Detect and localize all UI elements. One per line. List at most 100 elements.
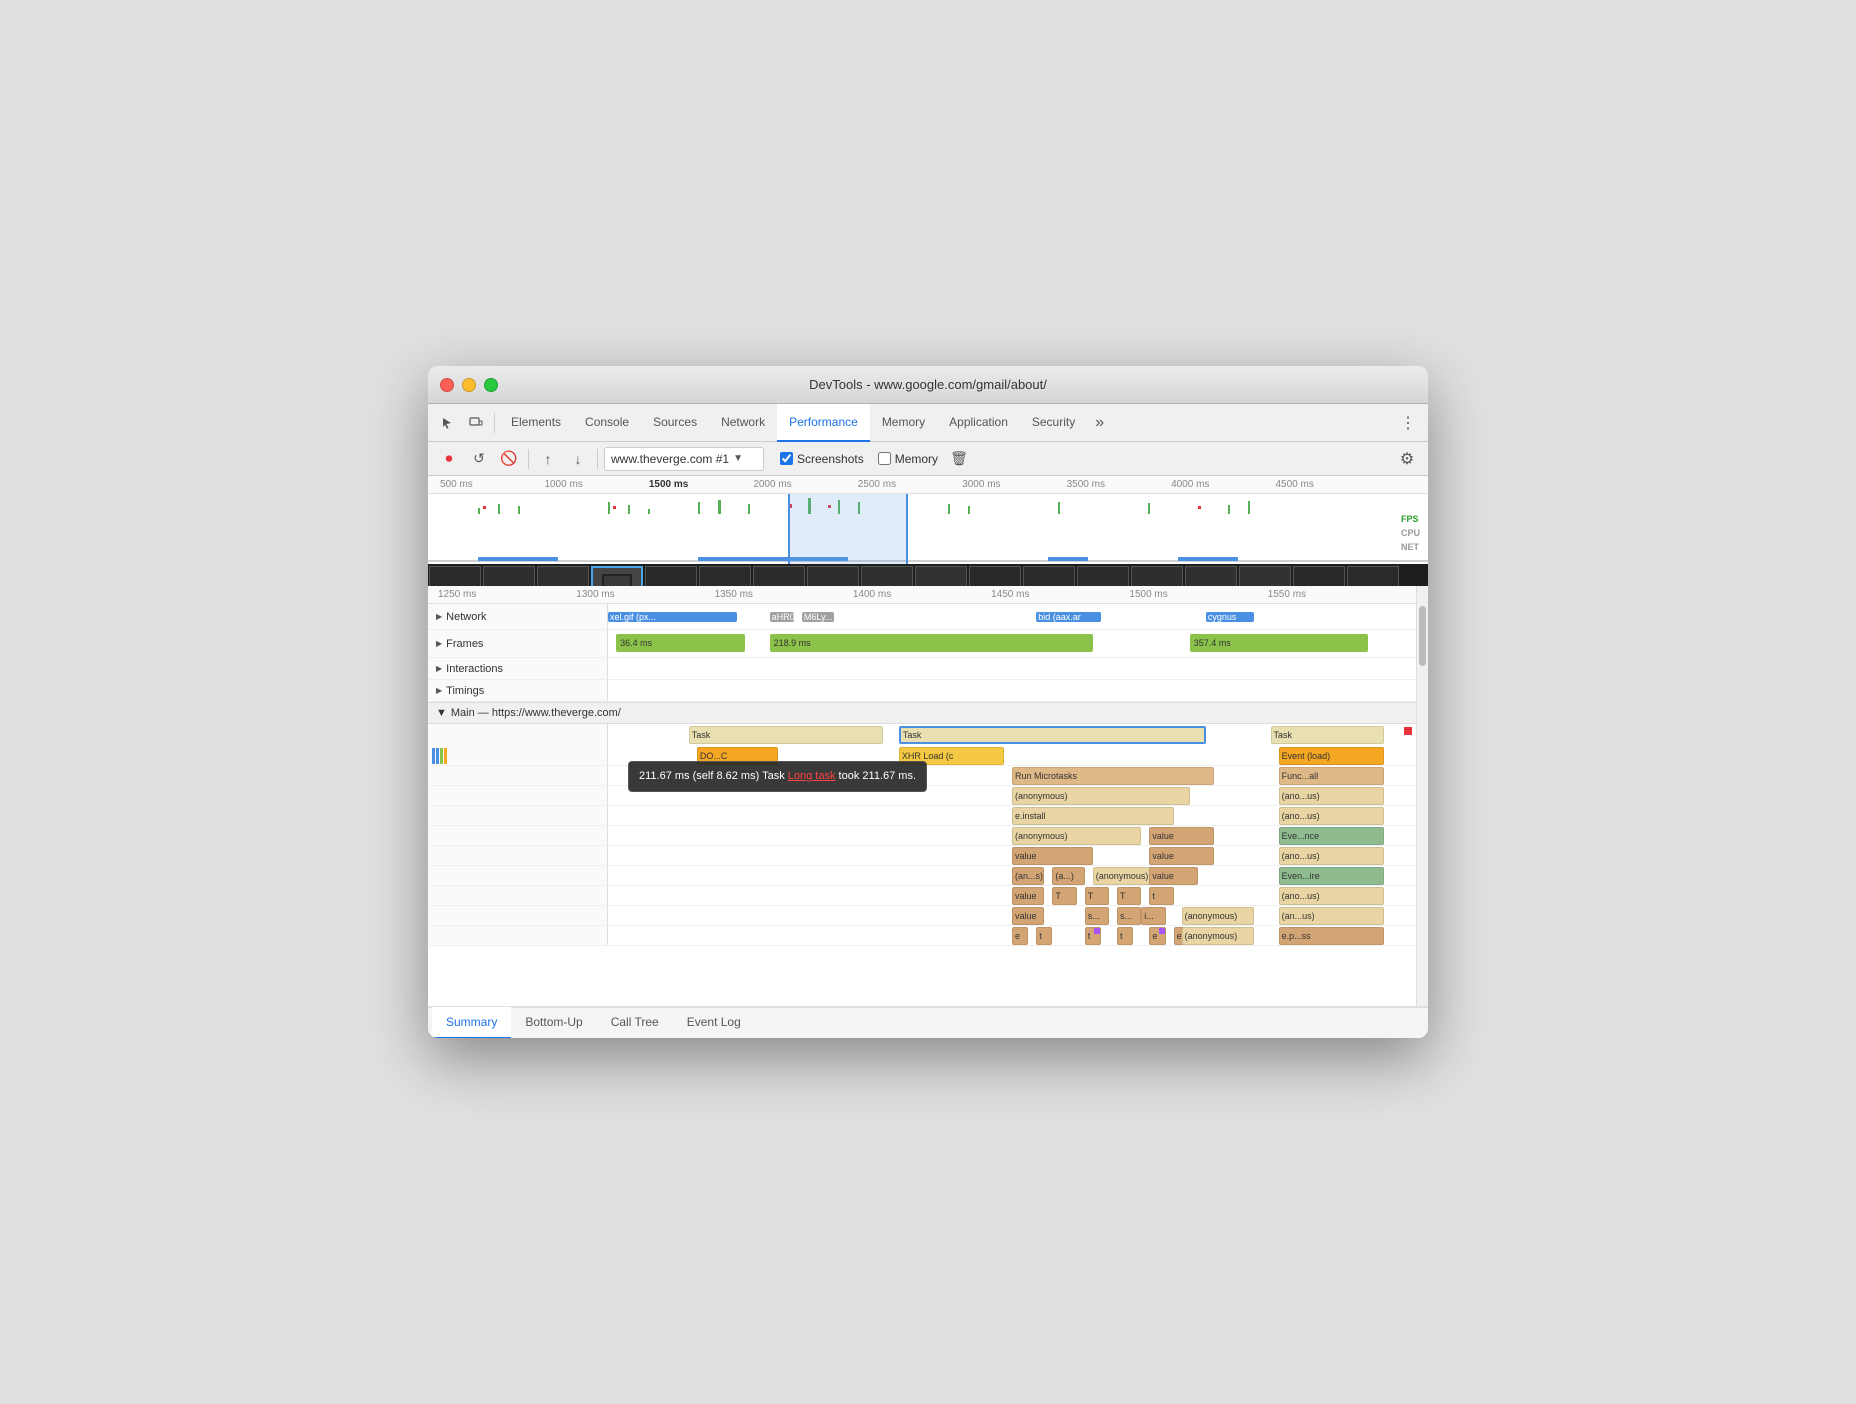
tab-memory[interactable]: Memory (870, 404, 937, 442)
flame-row-content-4[interactable]: (anonymous) value Eve...nce (608, 826, 1416, 846)
flame-block-anon-3[interactable]: (anonymous) (1012, 827, 1141, 845)
tab-elements[interactable]: Elements (499, 404, 573, 442)
reload-record-button[interactable]: ↺ (466, 446, 492, 472)
timings-expand-icon[interactable]: ▶ (436, 686, 442, 695)
frames-segment-1[interactable]: 218.9 ms (770, 634, 1093, 652)
flame-block-anon-7[interactable]: (anonymous) (1182, 907, 1255, 925)
flame-block-anon-2[interactable]: (ano...us) (1279, 807, 1384, 825)
net-segment-4[interactable]: cygnus (1206, 612, 1254, 622)
flame-block-e-0[interactable]: e (1012, 927, 1028, 945)
flame-block-anon-6[interactable]: (ano...us) (1279, 887, 1384, 905)
settings-button[interactable]: ⚙ (1394, 446, 1420, 472)
clear-button[interactable]: 🚫 (496, 446, 522, 472)
url-selector[interactable]: www.theverge.com #1 ▼ (604, 447, 764, 471)
flame-block-func-all[interactable]: Func...all (1279, 767, 1384, 785)
flame-row-content-9[interactable]: e t t t e e (anonymous) e.p...ss (608, 926, 1416, 946)
timings-row-content[interactable] (608, 680, 1416, 701)
flame-block-anus[interactable]: (an...us) (1279, 907, 1384, 925)
main-section-header[interactable]: ▼ Main — https://www.theverge.com/ (428, 702, 1416, 724)
cursor-icon[interactable] (434, 409, 462, 437)
flame-block-e-1[interactable]: e (1149, 927, 1165, 945)
tab-network[interactable]: Network (709, 404, 777, 442)
tab-summary[interactable]: Summary (432, 1007, 511, 1038)
flame-block-evenire[interactable]: Even...ire (1279, 867, 1384, 885)
network-row-label[interactable]: ▶ Network (428, 604, 608, 629)
flame-block-value-4[interactable]: value (1012, 887, 1044, 905)
task-block-2[interactable]: Task (1271, 726, 1384, 744)
interactions-row-content[interactable] (608, 658, 1416, 679)
flame-row-content-2[interactable]: (anonymous) (ano...us) (608, 786, 1416, 806)
tab-console[interactable]: Console (573, 404, 641, 442)
flame-block-a[interactable]: (a...) (1052, 867, 1084, 885)
network-row-content[interactable]: xel.gif (px... aHR0c M6Ly... bid (aax.ar (608, 604, 1416, 629)
more-tabs-button[interactable]: » (1087, 404, 1112, 442)
maximize-button[interactable] (484, 378, 498, 392)
timings-row[interactable]: ▶ Timings (428, 680, 1416, 702)
net-segment-2[interactable]: M6Ly... (802, 612, 834, 622)
tab-bottom-up[interactable]: Bottom-Up (511, 1007, 596, 1038)
flame-block-anon-0[interactable]: (anonymous) (1012, 787, 1190, 805)
tab-performance[interactable]: Performance (777, 404, 870, 442)
net-segment-0[interactable]: xel.gif (px... (608, 612, 737, 622)
task-block-0[interactable]: Task (689, 726, 883, 744)
flame-row-content-0[interactable]: DO...C XHR Load (c Event (load) (608, 746, 1416, 766)
trash-button[interactable]: 🗑 (948, 448, 970, 470)
flame-block-t-1[interactable]: t (1085, 927, 1101, 945)
frames-expand-icon[interactable]: ▶ (436, 639, 442, 648)
flame-block-t-2[interactable]: t (1117, 927, 1133, 945)
flame-block-microtasks[interactable]: Run Microtasks (1012, 767, 1214, 785)
task-block-1[interactable]: Task (899, 726, 1206, 744)
flame-block-value-3[interactable]: value (1149, 867, 1197, 885)
flame-block-anon-8[interactable]: (anonymous) (1182, 927, 1255, 945)
flame-block-anon-5[interactable]: (anonymous) (1093, 867, 1158, 885)
devtools-menu-button[interactable]: ⋮ (1394, 409, 1422, 437)
flame-block-value-1[interactable]: value (1012, 847, 1093, 865)
upload-button[interactable]: ↑ (535, 446, 561, 472)
vertical-scrollbar[interactable] (1416, 586, 1428, 1006)
flame-block-value-0[interactable]: value (1149, 827, 1214, 845)
flame-row-content-1[interactable]: Run Microtasks Func...all (608, 766, 1416, 786)
net-segment-1[interactable]: aHR0c (770, 612, 794, 622)
flame-block-anon-1[interactable]: (ano...us) (1279, 787, 1384, 805)
flame-row-content-6[interactable]: (an...s) (a...) (anonymous) value Even..… (608, 866, 1416, 886)
record-button[interactable]: ⏺ (436, 446, 462, 472)
tab-application[interactable]: Application (937, 404, 1020, 442)
net-segment-3[interactable]: bid (aax.ar (1036, 612, 1101, 622)
frames-segment-0[interactable]: 36.4 ms (616, 634, 745, 652)
flame-block-s-0[interactable]: s... (1085, 907, 1109, 925)
tab-call-tree[interactable]: Call Tree (597, 1007, 673, 1038)
flame-block-event-load[interactable]: Event (load) (1279, 747, 1384, 765)
tab-security[interactable]: Security (1020, 404, 1087, 442)
main-collapse-icon[interactable]: ▼ (436, 707, 447, 719)
flame-block-t[interactable]: t (1149, 887, 1173, 905)
download-button[interactable]: ↓ (565, 446, 591, 472)
flame-row-content-8[interactable]: value s... s... i... (anonymous) (an...u… (608, 906, 1416, 926)
interactions-row-label[interactable]: ▶ Interactions (428, 658, 608, 679)
network-row[interactable]: ▶ Network xel.gif (px... aHR0c M6Ly... (428, 604, 1416, 630)
responsive-icon[interactable] (462, 409, 490, 437)
frames-row[interactable]: ▶ Frames 36.4 ms 218.9 ms 357.4 ms (428, 630, 1416, 658)
minimize-button[interactable] (462, 378, 476, 392)
flame-block-T-0[interactable]: T (1052, 887, 1076, 905)
flame-block-ans[interactable]: (an...s) (1012, 867, 1044, 885)
flame-block-T-1[interactable]: T (1085, 887, 1109, 905)
flame-block-value-2[interactable]: value (1149, 847, 1214, 865)
tab-event-log[interactable]: Event Log (673, 1007, 755, 1038)
flame-row-content-7[interactable]: value T T T t (ano...us) (608, 886, 1416, 906)
flame-block-T-2[interactable]: T (1117, 887, 1141, 905)
timeline-overview[interactable]: 500 ms 1000 ms 1500 ms 2000 ms 2500 ms 3… (428, 476, 1428, 586)
interactions-expand-icon[interactable]: ▶ (436, 664, 442, 673)
memory-checkbox[interactable] (878, 452, 891, 465)
flame-block-s-1[interactable]: s... (1117, 907, 1141, 925)
close-button[interactable] (440, 378, 454, 392)
flame-block-i[interactable]: i... (1141, 907, 1165, 925)
flame-block-xhr[interactable]: XHR Load (c (899, 747, 1004, 765)
flame-row-content-5[interactable]: value value (ano...us) (608, 846, 1416, 866)
screenshots-checkbox[interactable] (780, 452, 793, 465)
flame-block-value-5[interactable]: value (1012, 907, 1044, 925)
network-expand-icon[interactable]: ▶ (436, 612, 442, 621)
task-row-content[interactable]: Task Task Task (608, 724, 1416, 746)
scrollbar-thumb[interactable] (1419, 606, 1426, 666)
flame-block-epss[interactable]: e.p...ss (1279, 927, 1384, 945)
flame-block-t-0[interactable]: t (1036, 927, 1052, 945)
